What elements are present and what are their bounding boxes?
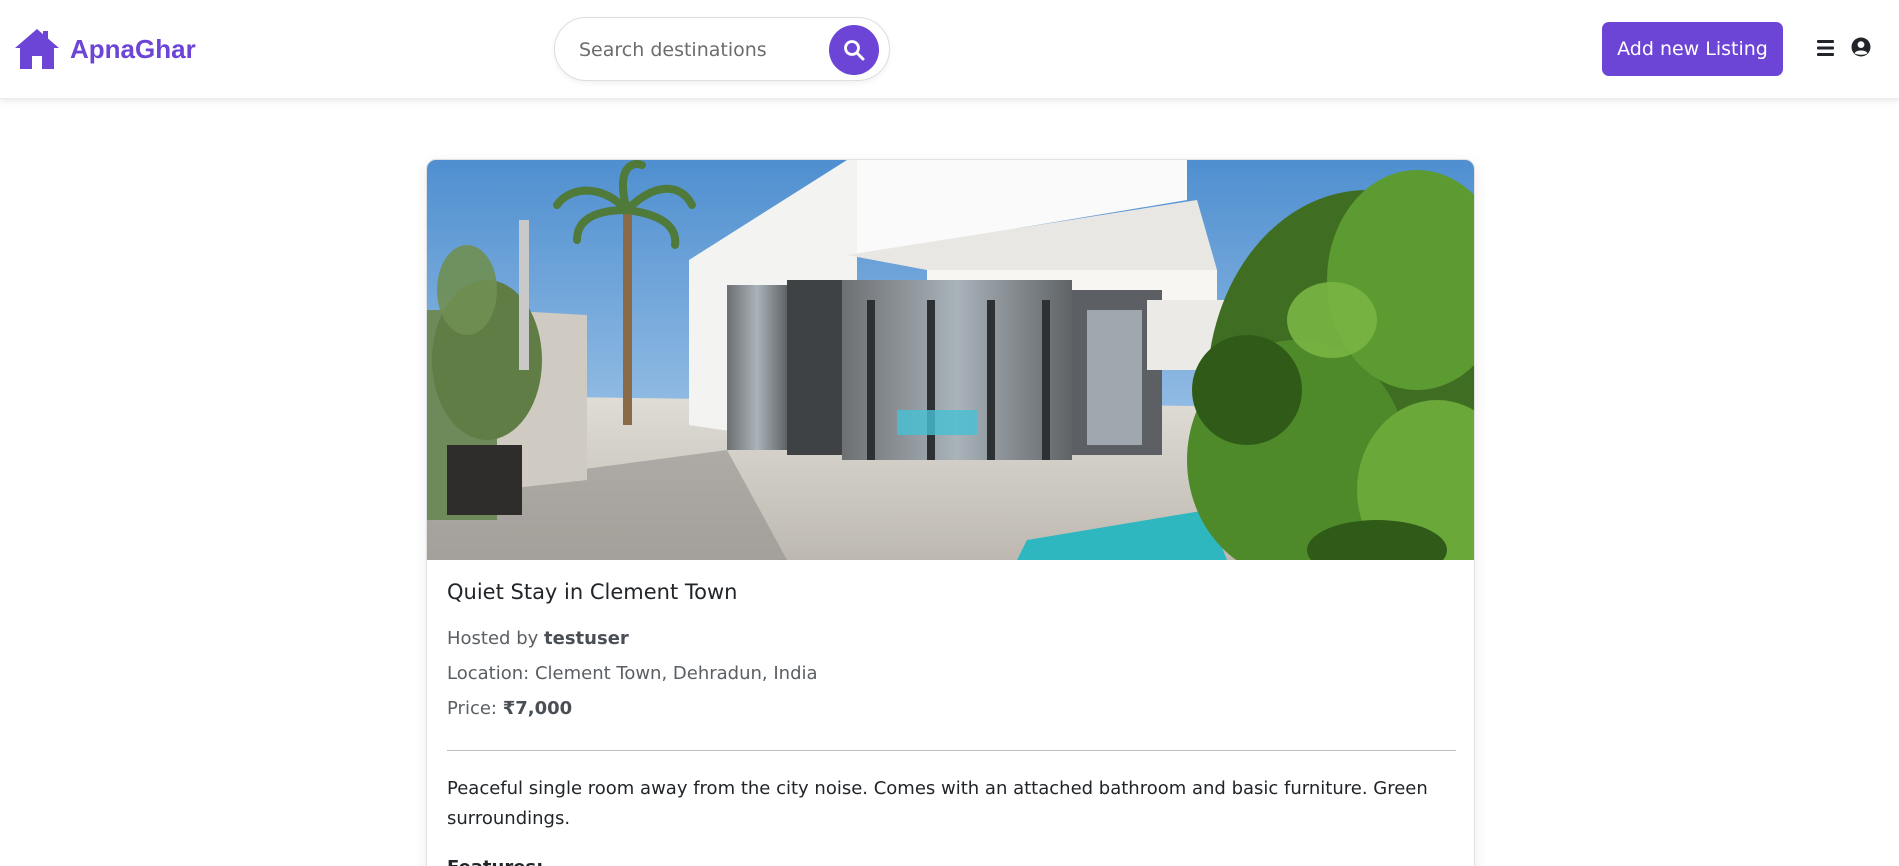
features-heading: Features:	[447, 857, 543, 866]
navbar: ApnaGhar Add new Listing	[0, 0, 1899, 99]
host-name: testuser	[544, 628, 629, 649]
location-value: Clement Town, Dehradun, India	[534, 663, 818, 684]
listing-price: Price: ₹7,000	[447, 698, 572, 719]
listing-card: Quiet Stay in Clement Town Hosted by tes…	[426, 159, 1475, 866]
bars-icon[interactable]	[1816, 37, 1836, 59]
location-label: Location:	[447, 663, 530, 684]
listing-description: Peaceful single room away from the city …	[447, 778, 1428, 829]
listing-image	[427, 160, 1474, 560]
price-label: Price:	[447, 698, 497, 719]
search-button[interactable]	[829, 25, 879, 75]
brand-link[interactable]: ApnaGhar	[14, 27, 196, 71]
user-circle-icon[interactable]	[1851, 37, 1871, 57]
search-input[interactable]	[579, 32, 809, 68]
search-bar	[554, 17, 890, 81]
search-icon	[844, 40, 865, 61]
price-value: ₹7,000	[502, 698, 573, 719]
add-new-listing-button[interactable]: Add new Listing	[1602, 22, 1783, 76]
house-icon	[15, 29, 59, 69]
listing-location: Location: Clement Town, Dehradun, India	[447, 663, 818, 684]
listing-host: Hosted by testuser	[447, 628, 629, 649]
divider	[447, 750, 1456, 751]
listing-title: Quiet Stay in Clement Town	[447, 580, 738, 604]
brand-name: ApnaGhar	[70, 33, 196, 64]
hosted-by-prefix: Hosted by	[447, 628, 539, 649]
